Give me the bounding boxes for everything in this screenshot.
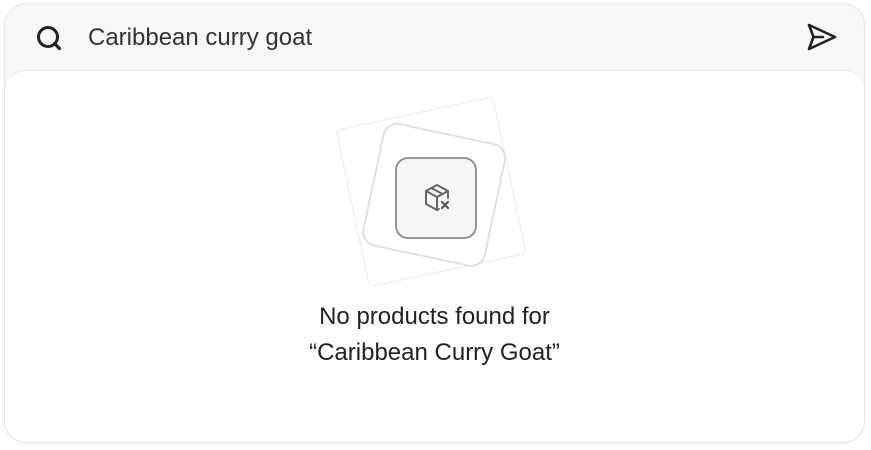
send-icon: [804, 23, 840, 57]
search-card: No products found for “Caribbean Curry G…: [4, 3, 865, 443]
send-button[interactable]: [804, 20, 840, 54]
results-panel: No products found for “Caribbean Curry G…: [5, 70, 864, 442]
box-remove-icon: [421, 182, 453, 214]
search-input[interactable]: [88, 20, 768, 56]
empty-state-query: “Caribbean Curry Goat”: [309, 339, 560, 366]
empty-state-message: No products found for “Caribbean Curry G…: [5, 299, 864, 371]
empty-state-line1: No products found for: [319, 303, 550, 330]
empty-state-illustration: [325, 91, 545, 291]
search-bar: [5, 4, 864, 70]
search-icon: [35, 24, 65, 52]
